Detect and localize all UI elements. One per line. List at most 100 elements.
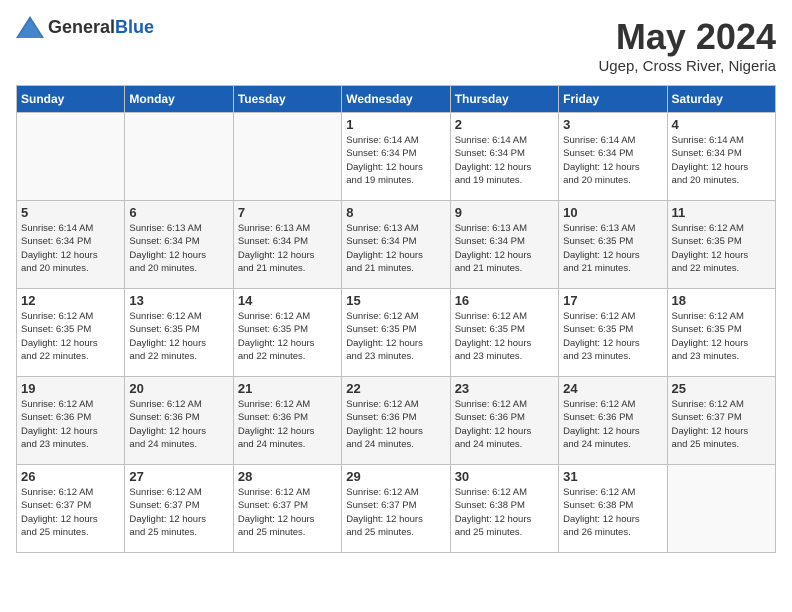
- logo: GeneralBlue: [16, 16, 154, 38]
- day-info: Sunrise: 6:12 AM Sunset: 6:35 PM Dayligh…: [672, 310, 771, 363]
- calendar-day-header: Friday: [559, 86, 667, 113]
- calendar-cell: 3 Sunrise: 6:14 AM Sunset: 6:34 PM Daylig…: [559, 113, 667, 201]
- calendar-day-header: Thursday: [450, 86, 558, 113]
- day-number: 2: [455, 117, 554, 132]
- calendar-cell: 17 Sunrise: 6:12 AM Sunset: 6:35 PM Dayli…: [559, 289, 667, 377]
- day-info: Sunrise: 6:12 AM Sunset: 6:35 PM Dayligh…: [563, 310, 662, 363]
- calendar-cell: 28 Sunrise: 6:12 AM Sunset: 6:37 PM Dayli…: [233, 465, 341, 553]
- calendar-day-header: Tuesday: [233, 86, 341, 113]
- day-info: Sunrise: 6:12 AM Sunset: 6:37 PM Dayligh…: [346, 486, 445, 539]
- day-info: Sunrise: 6:12 AM Sunset: 6:37 PM Dayligh…: [238, 486, 337, 539]
- calendar-cell: 14Sunrise: 6:12 AM Sunset: 6:35 PM Dayli…: [233, 289, 341, 377]
- calendar-cell: 16 Sunrise: 6:12 AM Sunset: 6:35 PM Dayli…: [450, 289, 558, 377]
- calendar-cell: 12 Sunrise: 6:12 AM Sunset: 6:35 PM Dayli…: [17, 289, 125, 377]
- day-number: 15: [346, 293, 445, 308]
- day-number: 25: [672, 381, 771, 396]
- calendar-cell: 15 Sunrise: 6:12 AM Sunset: 6:35 PM Dayli…: [342, 289, 450, 377]
- day-info: Sunrise: 6:12 AM Sunset: 6:35 PM Dayligh…: [455, 310, 554, 363]
- calendar-cell: 19 Sunrise: 6:12 AM Sunset: 6:36 PM Dayli…: [17, 377, 125, 465]
- calendar-cell: 21Sunrise: 6:12 AM Sunset: 6:36 PM Dayli…: [233, 377, 341, 465]
- day-number: 8: [346, 205, 445, 220]
- day-info: Sunrise: 6:12 AM Sunset: 6:36 PM Dayligh…: [563, 398, 662, 451]
- day-number: 28: [238, 469, 337, 484]
- calendar-cell: 9Sunrise: 6:13 AM Sunset: 6:34 PM Daylig…: [450, 201, 558, 289]
- day-number: 18: [672, 293, 771, 308]
- day-info: Sunrise: 6:12 AM Sunset: 6:35 PM Dayligh…: [346, 310, 445, 363]
- day-info: Sunrise: 6:12 AM Sunset: 6:37 PM Dayligh…: [129, 486, 228, 539]
- day-number: 17: [563, 293, 662, 308]
- logo-icon: [16, 16, 44, 38]
- day-info: Sunrise: 6:13 AM Sunset: 6:34 PM Dayligh…: [238, 222, 337, 275]
- calendar-cell: 26 Sunrise: 6:12 AM Sunset: 6:37 PM Dayli…: [17, 465, 125, 553]
- calendar-cell: 6Sunrise: 6:13 AM Sunset: 6:34 PM Daylig…: [125, 201, 233, 289]
- calendar-cell: 11Sunrise: 6:12 AM Sunset: 6:35 PM Dayli…: [667, 201, 775, 289]
- day-number: 29: [346, 469, 445, 484]
- day-number: 22: [346, 381, 445, 396]
- day-number: 4: [672, 117, 771, 132]
- location-subtitle: Ugep, Cross River, Nigeria: [598, 58, 776, 75]
- calendar-cell: [125, 113, 233, 201]
- calendar-header-row: SundayMondayTuesdayWednesdayThursdayFrid…: [17, 86, 776, 113]
- calendar-day-header: Sunday: [17, 86, 125, 113]
- day-number: 30: [455, 469, 554, 484]
- day-info: Sunrise: 6:13 AM Sunset: 6:34 PM Dayligh…: [129, 222, 228, 275]
- day-info: Sunrise: 6:12 AM Sunset: 6:36 PM Dayligh…: [21, 398, 120, 451]
- day-number: 10: [563, 205, 662, 220]
- calendar-cell: 20 Sunrise: 6:12 AM Sunset: 6:36 PM Dayli…: [125, 377, 233, 465]
- day-number: 7: [238, 205, 337, 220]
- day-info: Sunrise: 6:14 AM Sunset: 6:34 PM Dayligh…: [672, 134, 771, 187]
- day-number: 3: [563, 117, 662, 132]
- day-number: 5: [21, 205, 120, 220]
- day-number: 12: [21, 293, 120, 308]
- day-info: Sunrise: 6:14 AM Sunset: 6:34 PM Dayligh…: [346, 134, 445, 187]
- calendar-cell: 27 Sunrise: 6:12 AM Sunset: 6:37 PM Dayli…: [125, 465, 233, 553]
- day-info: Sunrise: 6:12 AM Sunset: 6:37 PM Dayligh…: [672, 398, 771, 451]
- day-info: Sunrise: 6:14 AM Sunset: 6:34 PM Dayligh…: [455, 134, 554, 187]
- day-number: 26: [21, 469, 120, 484]
- day-number: 20: [129, 381, 228, 396]
- day-number: 27: [129, 469, 228, 484]
- day-info: Sunrise: 6:12 AM Sunset: 6:35 PM Dayligh…: [672, 222, 771, 275]
- calendar-cell: 31Sunrise: 6:12 AM Sunset: 6:38 PM Dayli…: [559, 465, 667, 553]
- page-header: GeneralBlue May 2024 Ugep, Cross River, …: [16, 16, 776, 75]
- day-info: Sunrise: 6:14 AM Sunset: 6:34 PM Dayligh…: [563, 134, 662, 187]
- day-number: 19: [21, 381, 120, 396]
- day-info: Sunrise: 6:13 AM Sunset: 6:35 PM Dayligh…: [563, 222, 662, 275]
- day-info: Sunrise: 6:12 AM Sunset: 6:36 PM Dayligh…: [129, 398, 228, 451]
- calendar-table: SundayMondayTuesdayWednesdayThursdayFrid…: [16, 85, 776, 553]
- calendar-cell: 25 Sunrise: 6:12 AM Sunset: 6:37 PM Dayli…: [667, 377, 775, 465]
- calendar-cell: 24 Sunrise: 6:12 AM Sunset: 6:36 PM Dayli…: [559, 377, 667, 465]
- day-number: 13: [129, 293, 228, 308]
- day-info: Sunrise: 6:12 AM Sunset: 6:36 PM Dayligh…: [346, 398, 445, 451]
- day-info: Sunrise: 6:12 AM Sunset: 6:37 PM Dayligh…: [21, 486, 120, 539]
- calendar-cell: 22 Sunrise: 6:12 AM Sunset: 6:36 PM Dayli…: [342, 377, 450, 465]
- day-info: Sunrise: 6:12 AM Sunset: 6:35 PM Dayligh…: [129, 310, 228, 363]
- day-number: 1: [346, 117, 445, 132]
- calendar-cell: [17, 113, 125, 201]
- calendar-cell: 7 Sunrise: 6:13 AM Sunset: 6:34 PM Daylig…: [233, 201, 341, 289]
- day-info: Sunrise: 6:12 AM Sunset: 6:35 PM Dayligh…: [21, 310, 120, 363]
- calendar-day-header: Wednesday: [342, 86, 450, 113]
- calendar-cell: 4 Sunrise: 6:14 AM Sunset: 6:34 PM Daylig…: [667, 113, 775, 201]
- calendar-cell: 18 Sunrise: 6:12 AM Sunset: 6:35 PM Dayli…: [667, 289, 775, 377]
- day-info: Sunrise: 6:14 AM Sunset: 6:34 PM Dayligh…: [21, 222, 120, 275]
- calendar-body: 1 Sunrise: 6:14 AM Sunset: 6:34 PM Daylig…: [17, 113, 776, 553]
- calendar-week-row: 1 Sunrise: 6:14 AM Sunset: 6:34 PM Daylig…: [17, 113, 776, 201]
- calendar-day-header: Saturday: [667, 86, 775, 113]
- calendar-cell: 1 Sunrise: 6:14 AM Sunset: 6:34 PM Daylig…: [342, 113, 450, 201]
- calendar-cell: 29 Sunrise: 6:12 AM Sunset: 6:37 PM Dayli…: [342, 465, 450, 553]
- calendar-cell: [233, 113, 341, 201]
- calendar-week-row: 26 Sunrise: 6:12 AM Sunset: 6:37 PM Dayli…: [17, 465, 776, 553]
- day-number: 16: [455, 293, 554, 308]
- title-area: May 2024 Ugep, Cross River, Nigeria: [598, 16, 776, 75]
- calendar-cell: 30 Sunrise: 6:12 AM Sunset: 6:38 PM Dayli…: [450, 465, 558, 553]
- day-number: 24: [563, 381, 662, 396]
- calendar-day-header: Monday: [125, 86, 233, 113]
- calendar-cell: [667, 465, 775, 553]
- day-number: 21: [238, 381, 337, 396]
- calendar-week-row: 12 Sunrise: 6:12 AM Sunset: 6:35 PM Dayli…: [17, 289, 776, 377]
- day-info: Sunrise: 6:13 AM Sunset: 6:34 PM Dayligh…: [346, 222, 445, 275]
- calendar-week-row: 19 Sunrise: 6:12 AM Sunset: 6:36 PM Dayli…: [17, 377, 776, 465]
- day-info: Sunrise: 6:12 AM Sunset: 6:38 PM Dayligh…: [455, 486, 554, 539]
- day-info: Sunrise: 6:12 AM Sunset: 6:38 PM Dayligh…: [563, 486, 662, 539]
